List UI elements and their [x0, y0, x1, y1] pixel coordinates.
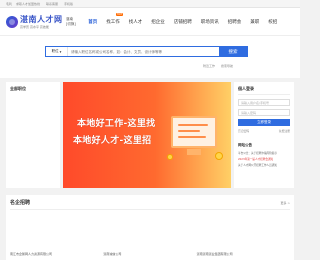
forgot-password-link[interactable]: 忘记密码	[238, 129, 249, 133]
city-switch[interactable]: [切换]	[66, 22, 76, 27]
main-content: 全部职位 本地好工作-这里找 本地好人才-这里招 個人登录 请输入用户名/手机号…	[6, 82, 294, 188]
nav-item-news[interactable]: 职场资讯	[196, 8, 223, 35]
nav-item-companies[interactable]: 招企业	[147, 8, 170, 35]
company-item[interactable]: 湛南诚信公司	[103, 252, 196, 256]
famous-header: 名企招聘 更多 >	[10, 199, 290, 210]
logo-title: 湛南人才网	[20, 14, 63, 24]
search-bar: 职位 ▾ 搜索	[45, 46, 248, 57]
topbar-link-mobile[interactable]: 手机版	[64, 2, 73, 6]
nav-item-find-job-label: 找工作	[106, 19, 120, 25]
topbar-link-hotline[interactable]: 求职人才加盟热线	[16, 2, 40, 6]
city-selector[interactable]: 湛南 [切换]	[66, 17, 76, 27]
notice-title: 网站公告	[238, 143, 252, 147]
hot-badge: HOT	[115, 13, 124, 16]
nav-item-campus[interactable]: 校招	[264, 8, 282, 35]
notice-item[interactable]: 平台公告：关于招聘诈骗风险提示	[238, 151, 290, 155]
notice-item[interactable]: 2023年第一届人才招聘会通知	[238, 157, 290, 161]
banner-line-2: 本地好人才-这里招	[73, 136, 152, 146]
search-type-select[interactable]: 职位 ▾	[46, 47, 68, 56]
site-header: 湛南人才网 高学历 高水平 高技能 湛南 [切换] 首页 找工作 HOT 找人才 …	[0, 8, 300, 36]
nav-item-job-fair[interactable]: 招聘会	[223, 8, 246, 35]
search-link-nav[interactable]: 搜索导航	[221, 64, 233, 68]
main-nav: 首页 找工作 HOT 找人才 招企业 店铺招聘 职场资讯 招聘会 兼职 校招	[84, 8, 282, 35]
login-links: 忘记密码 免费注册	[238, 129, 290, 133]
famous-more-link[interactable]: 更多 >	[281, 201, 290, 205]
nav-item-part-time[interactable]: 兼职	[246, 8, 264, 35]
nav-item-shop-jobs[interactable]: 店铺招聘	[169, 8, 196, 35]
search-section: 职位 ▾ 搜索 附近工作 搜索导航	[0, 36, 300, 78]
password-field[interactable]: 请输入密码	[238, 109, 290, 116]
hero-banner[interactable]: 本地好工作-这里找 本地好人才-这里招	[63, 82, 231, 188]
famous-companies-section: 名企招聘 更多 > 南江市企鹅网人力资源有限公司 湛南诚信公司 湛南湛南湛业集团…	[6, 195, 294, 260]
login-button[interactable]: 立即登录	[238, 119, 290, 126]
nav-item-home[interactable]: 首页	[84, 8, 102, 35]
login-tab[interactable]: 個人登录	[238, 86, 290, 95]
nav-item-find-talent[interactable]: 找人才	[124, 8, 147, 35]
company-item[interactable]: 湛南湛南湛业集团有限公司	[197, 252, 290, 256]
search-type-label: 职位	[51, 49, 59, 53]
register-link[interactable]: 免费注册	[279, 129, 290, 133]
monitor-illustration	[171, 116, 217, 148]
search-links: 附近工作 搜索导航	[203, 64, 233, 68]
logo-subtitle: 高学历 高水平 高技能	[20, 25, 49, 29]
company-item[interactable]: 南江市企鹅网人力资源有限公司	[10, 252, 103, 256]
banner-line-1: 本地好工作-这里找	[77, 119, 156, 129]
company-list: 南江市企鹅网人力资源有限公司 湛南诚信公司 湛南湛南湛业集团有限公司	[10, 252, 290, 256]
chevron-down-icon: ▾	[59, 49, 62, 54]
coin-decoration	[167, 154, 173, 160]
topbar-link-service[interactable]: 联系客服	[46, 2, 58, 6]
monitor-stand-illustration	[187, 149, 201, 155]
login-panel: 個人登录 请输入用户名/手机号 请输入密码 立即登录 忘记密码 免费注册 网站公…	[234, 82, 294, 188]
category-panel: 全部职位	[6, 82, 60, 188]
logo-icon	[6, 15, 18, 28]
search-link-nearby[interactable]: 附近工作	[203, 64, 215, 68]
notice-item[interactable]: 关于人才网公开招聘工作人员通知	[238, 163, 290, 167]
nav-item-find-job[interactable]: 找工作 HOT	[102, 8, 125, 35]
search-input[interactable]	[68, 47, 219, 56]
top-utility-bar: 毛利 求职人才加盟热线 联系客服 手机版	[0, 0, 300, 8]
famous-title: 名企招聘	[10, 200, 31, 206]
search-button[interactable]: 搜索	[219, 47, 247, 56]
site-logo[interactable]: 湛南人才网 高学历 高水平 高技能	[6, 14, 64, 29]
category-title[interactable]: 全部职位	[10, 86, 56, 92]
username-field[interactable]: 请输入用户名/手机号	[238, 99, 290, 106]
coin-decoration	[215, 152, 223, 160]
